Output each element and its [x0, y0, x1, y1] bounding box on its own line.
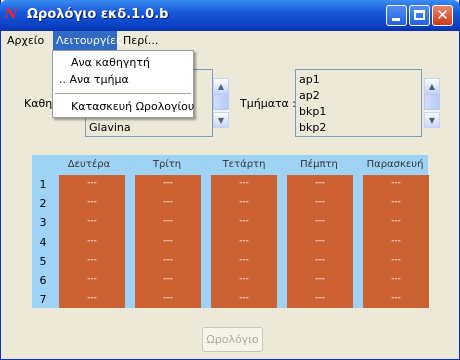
menu-item-by-teacher[interactable]: Ανα καθηγητή [53, 54, 211, 71]
close-button[interactable]: ✕ [432, 5, 453, 26]
menu-separator [55, 93, 191, 94]
period-number: 7 [39, 293, 47, 307]
timetable-cell[interactable]: --- [287, 213, 353, 232]
day-header-thursday: Πέμπτη [300, 159, 338, 170]
minimize-button[interactable] [386, 5, 407, 26]
list-item[interactable]: Glavina [86, 120, 212, 136]
timetable-cell[interactable]: --- [59, 290, 125, 309]
period-number: 4 [39, 235, 47, 249]
scroll-down-icon[interactable]: ▼ [424, 112, 440, 128]
timetable-cell[interactable]: --- [363, 271, 429, 290]
build-timetable-button[interactable]: Ωρολόγιο [202, 327, 263, 352]
timetable-cell[interactable]: --- [59, 252, 125, 271]
list-item[interactable]: bkp2 [296, 120, 421, 136]
day-header-wednesday: Τετάρτη [222, 159, 266, 170]
day-header-friday: Παρασκευή [366, 159, 424, 170]
menu-bar: Αρχείο Λειτουργίες Περί... [1, 31, 459, 50]
timetable-cell[interactable]: --- [135, 271, 201, 290]
period-number: 3 [39, 216, 47, 230]
timetable-cell[interactable]: --- [363, 213, 429, 232]
menu-file[interactable]: Αρχείο [4, 31, 47, 50]
close-icon: ✕ [436, 6, 449, 24]
scroll-thumb[interactable] [213, 94, 229, 110]
scroll-down-icon[interactable]: ▼ [213, 112, 229, 128]
scroll-up-icon[interactable]: ▲ [213, 78, 229, 94]
window-title: Ωρολόγιο εκδ.1.0.b [27, 7, 169, 22]
list-item[interactable]: ap1 [296, 72, 421, 88]
timetable-cell[interactable]: --- [135, 233, 201, 252]
list-item[interactable]: bkp1 [296, 104, 421, 120]
classes-scrollbar[interactable]: ▲ ▼ [424, 78, 440, 128]
period-number: 2 [39, 197, 47, 211]
maximize-icon [414, 10, 425, 20]
timetable-cell[interactable]: --- [363, 175, 429, 194]
teachers-label: Καθη [24, 97, 53, 110]
timetable-cell[interactable]: --- [287, 271, 353, 290]
timetable-cell[interactable]: --- [363, 194, 429, 213]
timetable-cell[interactable]: --- [287, 175, 353, 194]
teachers-scrollbar[interactable]: ▲ ▼ [213, 78, 229, 128]
period-number: 6 [39, 274, 47, 287]
functions-dropdown-menu: Ανα καθηγητή .. Ανα τμήμα Κατασκευή Ωρολ… [52, 50, 194, 118]
timetable-cell[interactable]: --- [287, 233, 353, 252]
day-header-monday: Δευτέρα [67, 159, 111, 170]
app-window: Ν Ωρολόγιο εκδ.1.0.b ✕ Αρχείο Λειτουργίε… [0, 0, 460, 360]
app-icon: Ν [5, 7, 17, 22]
timetable-cell[interactable]: --- [211, 233, 277, 252]
timetable-cell[interactable]: --- [211, 290, 277, 309]
minimize-icon [392, 18, 400, 21]
timetable-cell[interactable]: --- [211, 271, 277, 290]
timetable-cell[interactable]: --- [287, 194, 353, 213]
day-header-tuesday: Τρίτη [152, 159, 182, 170]
timetable-cell[interactable]: --- [363, 252, 429, 271]
scroll-thumb[interactable] [424, 94, 440, 110]
menu-item-by-class[interactable]: .. Ανα τμήμα [53, 71, 199, 88]
timetable-cell[interactable]: --- [211, 252, 277, 271]
classes-listbox[interactable]: ap1 ap2 bkp1 bkp2 [295, 69, 422, 137]
menu-item-build-timetable[interactable]: Κατασκευή Ωρολογίου [53, 98, 211, 115]
timetable-cell[interactable]: --- [135, 175, 201, 194]
period-number: 1 [39, 178, 47, 191]
timetable-cell[interactable]: --- [135, 290, 201, 309]
timetable-cell[interactable]: --- [59, 271, 125, 290]
timetable-cell[interactable]: --- [363, 233, 429, 252]
timetable-cell[interactable]: --- [135, 194, 201, 213]
timetable-cell[interactable]: --- [135, 252, 201, 271]
timetable-cell[interactable]: --- [211, 213, 277, 232]
timetable-cell[interactable]: --- [363, 290, 429, 309]
timetable-cell[interactable]: --- [59, 233, 125, 252]
timetable-cell[interactable]: --- [287, 290, 353, 309]
menu-about[interactable]: Περί... [120, 31, 161, 50]
menu-functions[interactable]: Λειτουργίες [53, 31, 123, 50]
title-bar[interactable]: Ν Ωρολόγιο εκδ.1.0.b ✕ [0, 0, 460, 31]
timetable-cell[interactable]: --- [211, 175, 277, 194]
timetable-cell[interactable]: --- [59, 213, 125, 232]
maximize-button[interactable] [409, 5, 430, 26]
timetable-cell[interactable]: --- [211, 194, 277, 213]
timetable-cell[interactable]: --- [59, 175, 125, 194]
timetable-cell[interactable]: --- [287, 252, 353, 271]
timetable-cell[interactable]: --- [135, 213, 201, 232]
period-number: 5 [39, 254, 47, 268]
scroll-up-icon[interactable]: ▲ [424, 78, 440, 94]
list-item[interactable]: ap2 [296, 88, 421, 104]
timetable-cell[interactable]: --- [59, 194, 125, 213]
classes-label: Τμήματα : [240, 97, 297, 110]
